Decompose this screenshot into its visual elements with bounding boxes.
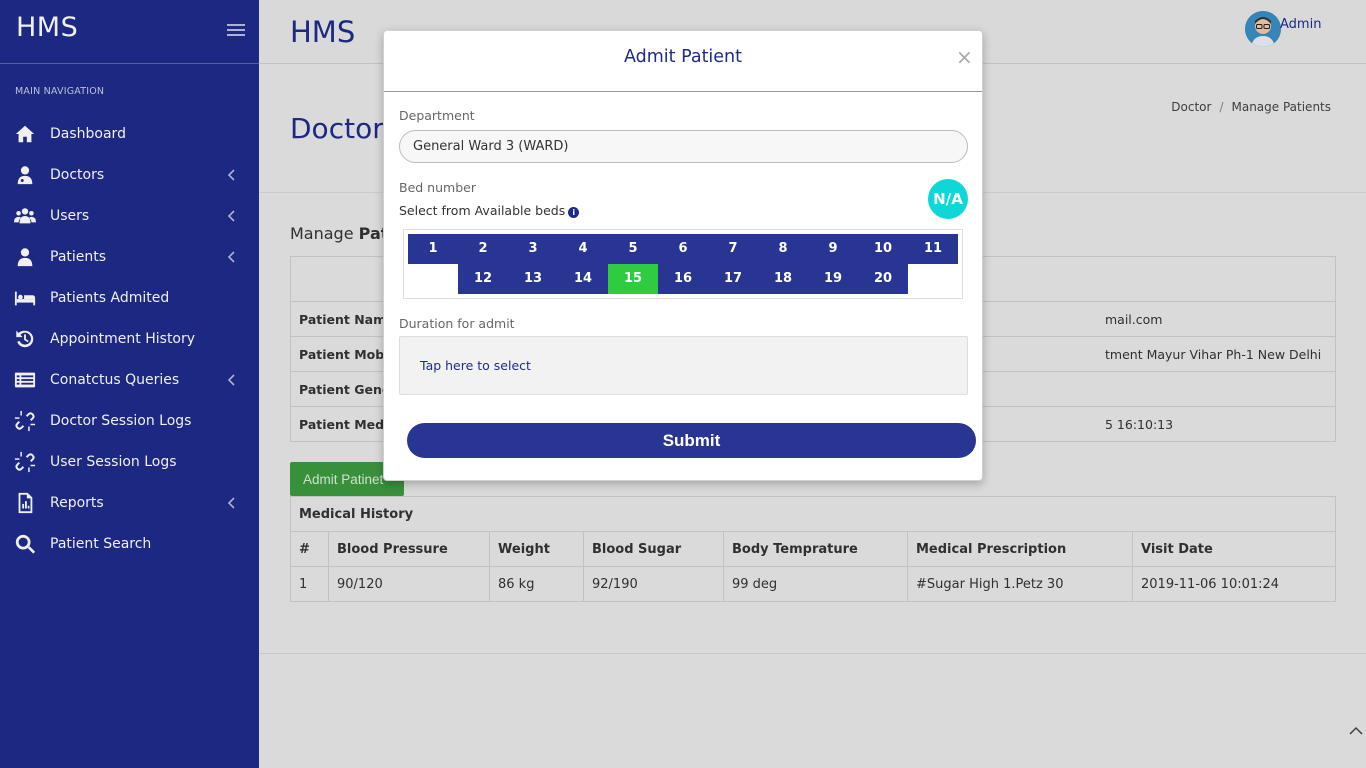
bed-11-button[interactable]: 11 [908, 234, 958, 264]
bed-1-button[interactable]: 1 [408, 234, 458, 264]
bed-13-button[interactable]: 13 [508, 264, 558, 294]
bed-19-button[interactable]: 19 [808, 264, 858, 294]
bed-7-button[interactable]: 7 [708, 234, 758, 264]
bed-select-hint: Select from Available beds i [399, 203, 580, 218]
duration-label: Duration for admit [399, 316, 515, 331]
bed-2-button[interactable]: 2 [458, 234, 508, 264]
submit-button[interactable]: Submit [407, 423, 976, 458]
bed-20-button[interactable]: 20 [858, 264, 908, 294]
bed-select-hint-text: Select from Available beds [399, 203, 566, 218]
bed-3-button[interactable]: 3 [508, 234, 558, 264]
bed-17-button[interactable]: 17 [708, 264, 758, 294]
bed-5-button[interactable]: 5 [608, 234, 658, 264]
bed-18-button[interactable]: 18 [758, 264, 808, 294]
bed-12-button[interactable]: 12 [458, 264, 508, 294]
department-select[interactable]: General Ward 3 (WARD) [399, 130, 968, 163]
bed-16-button[interactable]: 16 [658, 264, 708, 294]
admit-patient-modal: Admit Patient × Department General Ward … [383, 30, 983, 481]
bed-status-badge: N/A [928, 179, 968, 219]
bed-15-button[interactable]: 15 [608, 264, 658, 294]
close-icon[interactable]: × [956, 45, 973, 69]
bed-number-label: Bed number [399, 180, 476, 195]
bed-grid: 1 2 3 4 5 6 7 8 9 10 11 12 13 14 15 16 17 18 19 20 [403, 229, 963, 299]
bed-10-button[interactable]: 10 [858, 234, 908, 264]
bed-14-button[interactable]: 14 [558, 264, 608, 294]
bed-9-button[interactable]: 9 [808, 234, 858, 264]
department-label: Department [399, 108, 475, 123]
modal-title: Admit Patient [623, 47, 743, 67]
bed-8-button[interactable]: 8 [758, 234, 808, 264]
bed-6-button[interactable]: 6 [658, 234, 708, 264]
bed-4-button[interactable]: 4 [558, 234, 608, 264]
info-icon[interactable]: i [568, 207, 580, 218]
duration-picker[interactable]: Tap here to select [399, 336, 968, 395]
modal-header: Admit Patient × [384, 31, 982, 92]
